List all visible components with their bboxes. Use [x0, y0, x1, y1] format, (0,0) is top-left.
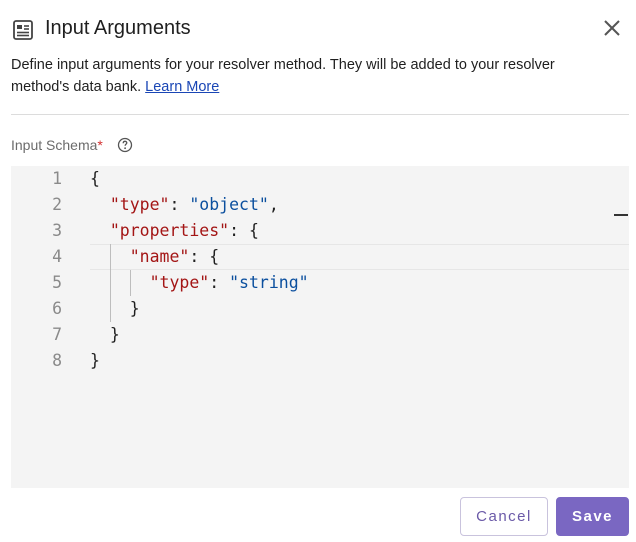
line-code: } [90, 322, 120, 348]
line-number: 4 [52, 247, 62, 266]
cancel-button[interactable]: Cancel [460, 497, 548, 536]
dialog-description: Define input arguments for your resolver… [11, 54, 611, 98]
code-line: 8} [11, 348, 629, 374]
line-number: 6 [52, 299, 62, 318]
dialog-title: Input Arguments [45, 17, 191, 39]
json-punctuation [90, 247, 130, 266]
input-schema-label: Input Schema* [11, 135, 103, 155]
code-line: 4 "name": { [11, 244, 629, 270]
json-key: "properties" [109, 221, 230, 240]
json-key: "name" [129, 247, 190, 266]
json-punctuation [90, 273, 150, 292]
json-punctuation: : [169, 195, 190, 214]
description-text: Define input arguments for your resolver… [11, 57, 555, 95]
document-list-icon [13, 20, 33, 40]
code-editor[interactable]: 1{2 "type": "object", 3 "properties": {4 … [11, 166, 629, 488]
line-number: 7 [52, 325, 62, 344]
learn-more-link[interactable]: Learn More [145, 79, 219, 95]
json-punctuation: } [90, 325, 120, 344]
line-code: } [90, 296, 140, 322]
json-punctuation: : [209, 273, 230, 292]
code-line: 6 } [11, 296, 629, 322]
json-punctuation: { [90, 169, 100, 188]
json-string: "object" [189, 195, 269, 214]
json-punctuation: : { [189, 247, 220, 266]
json-punctuation: : { [229, 221, 259, 240]
code-line: 7 } [11, 322, 629, 348]
json-key: "type" [149, 273, 210, 292]
line-code: } [90, 348, 100, 374]
line-number: 5 [52, 273, 62, 292]
json-key: "type" [109, 195, 170, 214]
line-number: 3 [52, 221, 62, 240]
line-number: 1 [52, 169, 62, 188]
json-punctuation: } [90, 351, 100, 370]
code-line: 1{ [11, 166, 629, 192]
line-code: "properties": { [90, 218, 259, 244]
save-button[interactable]: Save [556, 497, 629, 536]
code-line: 3 "properties": { [11, 218, 629, 244]
json-punctuation: } [90, 299, 140, 318]
dialog-header: Input Arguments [11, 14, 629, 44]
required-marker: * [97, 137, 103, 153]
code-line: 2 "type": "object", [11, 192, 629, 218]
line-code: "type": "object", [90, 192, 279, 218]
code-line: 5 "type": "string" [11, 270, 629, 296]
line-code: "type": "string" [90, 270, 309, 296]
line-number: 8 [52, 351, 62, 370]
line-code: "name": { [90, 244, 219, 270]
line-code: { [90, 166, 100, 192]
line-number: 2 [52, 195, 62, 214]
json-punctuation [90, 195, 110, 214]
input-schema-label-text: Input Schema [11, 137, 98, 153]
close-icon[interactable] [601, 17, 623, 39]
json-punctuation [90, 221, 110, 240]
json-string: "string" [229, 273, 309, 292]
json-punctuation: , [268, 195, 279, 214]
divider [11, 114, 629, 115]
help-circle-icon[interactable] [117, 137, 133, 153]
